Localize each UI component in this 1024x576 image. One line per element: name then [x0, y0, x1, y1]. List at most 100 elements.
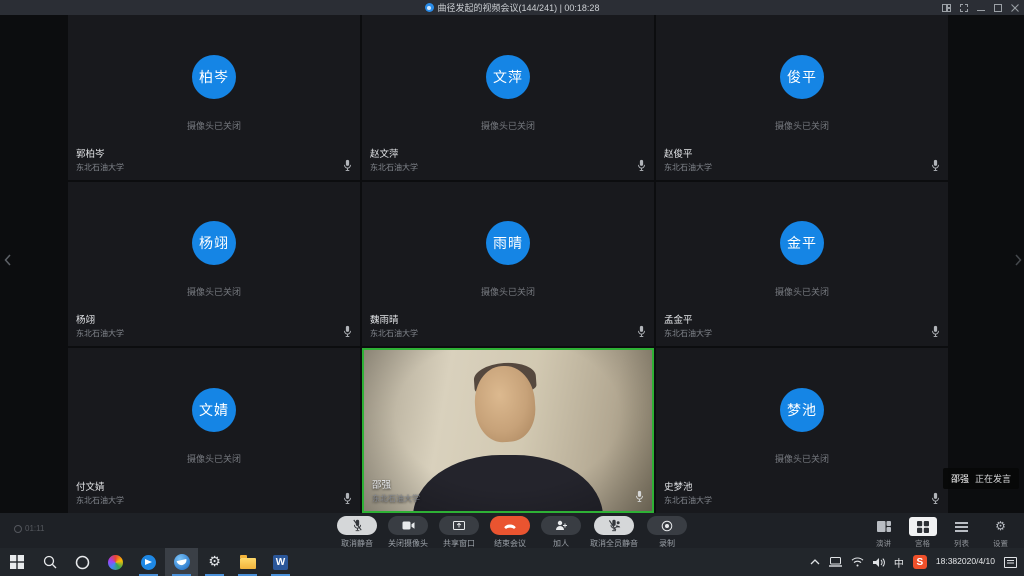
speaker-view-icon [870, 517, 898, 536]
participant-info: 郭柏岑 东北石油大学 [76, 146, 124, 173]
record-button[interactable]: 录制 [645, 516, 689, 549]
settings-gear-icon[interactable]: ⚙ [198, 548, 231, 576]
participant-info: 付文婧 东北石油大学 [76, 479, 124, 506]
word-icon[interactable]: W [264, 548, 297, 576]
device-icon[interactable] [829, 557, 842, 567]
tile-zhaowenping[interactable]: 文萍 摄像头已关闭 赵文萍 东北石油大学 [362, 15, 654, 180]
mic-icon [931, 492, 940, 505]
mic-icon [343, 325, 352, 338]
maximize-icon[interactable] [994, 4, 1002, 12]
tile-yangyi[interactable]: 杨翊 摄像头已关闭 杨翊 东北石油大学 [68, 182, 360, 347]
mic-icon [343, 492, 352, 505]
speaker-view-button[interactable]: 演讲 [868, 517, 899, 549]
add-person-icon [541, 516, 581, 535]
participant-name: 邵强 [372, 477, 420, 491]
clock-time: 18:38 [936, 556, 957, 567]
unmute-button[interactable]: 取消静音 [335, 516, 379, 549]
tile-weiyuqing[interactable]: 雨晴 摄像头已关闭 魏雨晴 东北石油大学 [362, 182, 654, 347]
file-explorer-icon[interactable] [231, 548, 264, 576]
participant-org: 东北石油大学 [76, 495, 124, 506]
participant-name: 赵文萍 [370, 146, 418, 160]
camera-off-button[interactable]: 关闭摄像头 [386, 516, 430, 549]
clock-date: 2020/4/10 [957, 556, 995, 567]
mic-muted-icon [337, 516, 377, 535]
hidden-icons-chevron[interactable] [810, 559, 820, 565]
close-icon[interactable] [1011, 4, 1019, 12]
participant-info: 邵强 东北石油大学 [372, 477, 420, 504]
camera-off-label: 摄像头已关闭 [656, 119, 948, 132]
participant-org: 东北石油大学 [76, 328, 124, 339]
browser-pinwheel-icon[interactable] [99, 548, 132, 576]
camera-off-label: 摄像头已关闭 [362, 285, 654, 298]
mic-icon [343, 159, 352, 172]
volume-icon[interactable] [873, 557, 885, 568]
cortana-icon[interactable] [66, 548, 99, 576]
ime-indicator[interactable]: 中 [894, 555, 904, 570]
speaking-status: 正在发言 [975, 472, 1011, 485]
meeting-title: 曲径发起的视频会议(144/241) | 00:18:28 [438, 1, 600, 14]
person-hair [473, 361, 537, 395]
settings-button[interactable]: ⚙ 设置 [985, 517, 1016, 549]
participant-info: 杨翊 东北石油大学 [76, 312, 124, 339]
mic-icon [931, 159, 940, 172]
participant-info: 史梦池 东北石油大学 [664, 479, 712, 506]
windows-taskbar: ⚙ W 中 S 18:38 [0, 548, 1024, 576]
participant-name: 孟金平 [664, 312, 712, 326]
settings-label: 设置 [993, 538, 1008, 549]
corner-indicator-text: 01:11 [25, 524, 44, 533]
layout-icon[interactable] [942, 4, 951, 12]
blue-app-icon[interactable] [132, 548, 165, 576]
tile-mengjinping[interactable]: 金平 摄像头已关闭 孟金平 东北石油大学 [656, 182, 948, 347]
list-view-button[interactable]: 列表 [946, 517, 977, 549]
view-controls: 演讲 宫格 列表 ⚙ 设置 [868, 517, 1016, 549]
unmute-label: 取消静音 [341, 538, 373, 549]
start-button[interactable] [0, 548, 33, 576]
tile-shimengchi[interactable]: 梦池 摄像头已关闭 史梦池 东北石油大学 [656, 348, 948, 513]
camera-off-label: 摄像头已关闭 [68, 119, 360, 132]
camera-off-label: 摄像头已关闭 [362, 119, 654, 132]
gear-icon: ⚙ [995, 517, 1006, 536]
video-stage: 柏岑 摄像头已关闭 郭柏岑 东北石油大学 文萍 摄像头已关闭 赵文萍 东北石油大… [0, 15, 1024, 513]
speaker-view-label: 演讲 [876, 538, 891, 549]
minimize-icon[interactable] [977, 4, 985, 12]
tile-guobaicen[interactable]: 柏岑 摄像头已关闭 郭柏岑 东北石油大学 [68, 15, 360, 180]
participant-info: 赵文萍 东北石油大学 [370, 146, 418, 173]
action-center-icon[interactable] [1004, 557, 1017, 568]
toolbar-buttons: 取消静音 关闭摄像头 共享窗口 结束会议 [335, 516, 689, 549]
camera-off-label: 摄像头已关闭 [656, 452, 948, 465]
wifi-icon[interactable] [851, 557, 864, 567]
sogou-input-icon[interactable]: S [913, 555, 927, 569]
add-person-label: 加人 [553, 538, 569, 549]
taskbar-apps: ⚙ W [0, 548, 297, 576]
list-view-label: 列表 [954, 538, 969, 549]
end-meeting-button[interactable]: 结束会议 [488, 516, 532, 549]
record-icon [647, 516, 687, 535]
record-label: 录制 [659, 538, 675, 549]
search-icon[interactable] [33, 548, 66, 576]
speaking-tooltip: 邵强 正在发言 [943, 468, 1019, 489]
taskbar-clock[interactable]: 18:38 2020/4/10 [936, 556, 995, 567]
meeting-title-wrap: 曲径发起的视频会议(144/241) | 00:18:28 [425, 1, 600, 14]
next-page-arrow[interactable] [1013, 249, 1023, 271]
avatar: 杨翊 [192, 221, 236, 265]
mic-icon [635, 490, 644, 503]
add-person-button[interactable]: 加人 [539, 516, 583, 549]
timer-icon [14, 525, 22, 533]
tim-meeting-app-icon[interactable] [165, 548, 198, 576]
grid-view-button[interactable]: 宫格 [907, 517, 938, 549]
meeting-camera-icon [425, 3, 434, 12]
tile-shaoqiang-speaking[interactable]: 邵强 东北石油大学 [362, 348, 654, 513]
share-window-icon [439, 516, 479, 535]
tile-zhaojunping[interactable]: 俊平 摄像头已关闭 赵俊平 东北石油大学 [656, 15, 948, 180]
share-window-button[interactable]: 共享窗口 [437, 516, 481, 549]
fullscreen-icon[interactable] [960, 4, 968, 12]
participant-org: 东北石油大学 [76, 162, 124, 173]
participant-name: 付文婧 [76, 479, 124, 493]
participant-org: 东北石油大学 [370, 328, 418, 339]
tile-fuwenjing[interactable]: 文婧 摄像头已关闭 付文婧 东北石油大学 [68, 348, 360, 513]
participant-info: 孟金平 东北石油大学 [664, 312, 712, 339]
participant-org: 东北石油大学 [370, 162, 418, 173]
unmute-all-button[interactable]: 取消全员静音 [590, 516, 638, 549]
unmute-all-label: 取消全员静音 [590, 538, 638, 549]
prev-page-arrow[interactable] [2, 249, 12, 271]
